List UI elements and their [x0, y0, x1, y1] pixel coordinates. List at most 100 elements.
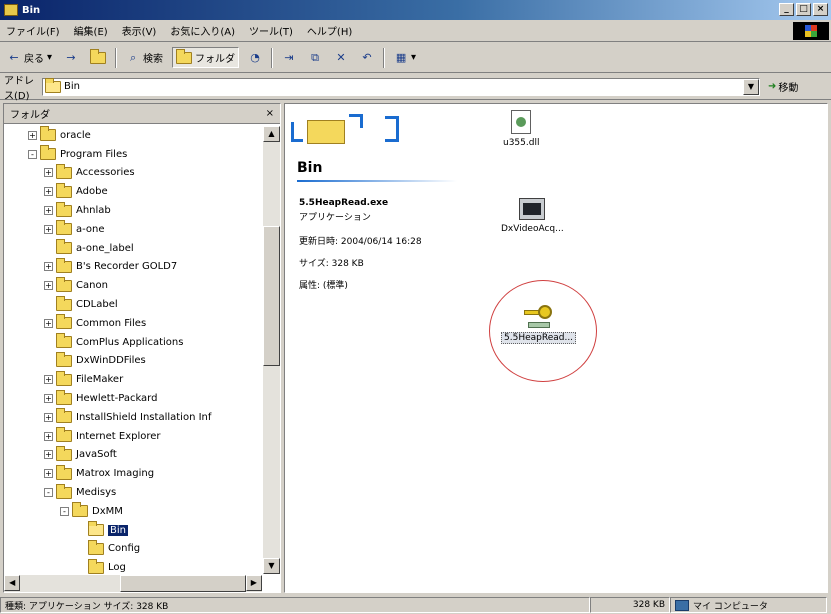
scroll-up-icon[interactable]: ▲ [263, 126, 280, 142]
expand-icon[interactable]: + [44, 394, 53, 404]
tree-item[interactable]: + oracle [4, 126, 262, 145]
tree-scroll-thumb[interactable] [263, 226, 280, 366]
scroll-down-icon[interactable]: ▼ [263, 558, 280, 574]
menu-favorites[interactable]: お気に入り(A) [170, 23, 235, 38]
folders-icon [176, 48, 193, 64]
back-button[interactable]: ← 戻る ▾ [4, 48, 55, 67]
status-bar: 種類: アプリケーション サイズ: 328 KB 328 KB マイ コンピュー… [0, 596, 831, 614]
tree-item[interactable]: + FileMaker [4, 370, 262, 389]
views-button[interactable]: ▦ ▾ [391, 49, 419, 67]
maximize-button[interactable]: □ [796, 3, 811, 16]
folder-icon [40, 126, 56, 142]
expand-icon[interactable]: + [44, 318, 53, 328]
expand-icon[interactable]: + [44, 262, 53, 272]
expand-icon[interactable]: + [44, 450, 53, 460]
tree-item[interactable]: + Accessories [4, 163, 262, 183]
forward-button[interactable]: → [61, 49, 81, 67]
expand-icon[interactable]: + [44, 224, 53, 234]
folder-tree: + oracle - Program Files + Accessories + Adobe +… [4, 126, 262, 574]
file-item-dxvideoacq[interactable]: DxVideoAcq... [501, 198, 564, 234]
history-button[interactable]: ◔ [245, 49, 265, 67]
expand-icon[interactable]: + [44, 206, 53, 216]
tree-item[interactable]: Log [4, 558, 262, 574]
expand-icon[interactable]: + [44, 375, 53, 385]
tree-item[interactable]: + Adobe [4, 182, 262, 201]
menu-view[interactable]: 表示(V) [122, 23, 157, 38]
folder-icon [56, 163, 72, 179]
tree-hscroll-thumb[interactable] [120, 575, 246, 592]
address-dropdown-icon[interactable]: ▼ [743, 78, 759, 95]
tree-item-label: DxMM [92, 505, 123, 517]
expand-icon[interactable]: + [44, 412, 53, 422]
tree-item[interactable]: + a-one [4, 220, 262, 239]
tree-item-label: FileMaker [76, 374, 124, 386]
scroll-left-icon[interactable]: ◀ [4, 575, 21, 591]
move-to-button[interactable]: ⇥ [279, 49, 299, 67]
menu-file[interactable]: ファイル(F) [6, 23, 60, 38]
undo-button[interactable]: ↶ [357, 49, 377, 67]
up-folder-icon [90, 48, 107, 64]
tree-item[interactable]: + Internet Explorer [4, 427, 262, 446]
dropdown-arrow-icon[interactable]: ▾ [47, 52, 52, 63]
tree-item[interactable]: CDLabel [4, 295, 262, 314]
tree-item-label: a-one [76, 223, 105, 235]
views-dropdown-icon[interactable]: ▾ [411, 52, 416, 63]
go-button[interactable]: ➜ 移動 [768, 79, 798, 94]
file-item-dll[interactable]: u355.dll [503, 110, 539, 148]
close-button[interactable]: × [813, 3, 828, 16]
address-input[interactable]: Bin ▼ [42, 77, 760, 96]
toolbar-separator [271, 47, 274, 68]
copy-to-button[interactable]: ⧉ [305, 49, 325, 67]
selected-file-size: サイズ: 328 KB [299, 259, 364, 269]
tree-item-label: Hewlett-Packard [76, 393, 158, 405]
folder-icon [56, 351, 72, 367]
tree-horizontal-scrollbar[interactable]: ◀ ▶ [4, 575, 263, 592]
tree-item[interactable]: + Hewlett-Packard [4, 389, 262, 408]
address-bar: アドレス(D) Bin ▼ ➜ 移動 [0, 74, 831, 102]
expand-icon[interactable]: + [28, 130, 37, 140]
tree-item[interactable]: + JavaSoft [4, 445, 262, 465]
tree-item[interactable]: + InstallShield Installation Inf [4, 408, 262, 427]
menu-tools[interactable]: ツール(T) [249, 23, 293, 38]
menu-help[interactable]: ヘルプ(H) [307, 23, 352, 38]
expand-icon[interactable]: + [44, 168, 53, 178]
delete-button[interactable]: ✕ [331, 49, 351, 67]
folder-icon [56, 239, 72, 255]
tree-item[interactable]: a-one_label [4, 239, 262, 258]
status-location-segment: マイ コンピュータ [670, 597, 827, 613]
tree-item[interactable]: Bin [4, 521, 262, 540]
selected-file-attributes: 属性: (標準) [299, 281, 348, 291]
tree-item[interactable]: + Canon [4, 276, 262, 295]
minimize-button[interactable]: _ [779, 3, 794, 16]
scroll-right-icon[interactable]: ▶ [245, 575, 263, 591]
tree-vertical-scrollbar[interactable]: ▲ ▼ [263, 126, 280, 574]
title-divider [297, 180, 457, 182]
tree-item-label: Common Files [76, 317, 147, 329]
tree-item[interactable]: - DxMM [4, 502, 262, 521]
tree-item[interactable]: + B's Recorder GOLD7 [4, 257, 262, 277]
tree-item[interactable]: ComPlus Applications [4, 333, 262, 352]
tree-item[interactable]: - Program Files [4, 145, 262, 164]
expand-icon[interactable]: + [44, 431, 53, 441]
expand-icon[interactable]: + [44, 187, 53, 197]
expand-icon[interactable]: + [44, 469, 53, 479]
tree-item[interactable]: - Medisys [4, 483, 262, 502]
collapse-icon[interactable]: - [44, 488, 53, 498]
expand-icon[interactable]: + [44, 281, 53, 291]
tree-item[interactable]: + Matrox Imaging [4, 464, 262, 483]
tree-item[interactable]: + Common Files [4, 314, 262, 333]
tree-item[interactable]: DxWinDDFiles [4, 351, 262, 371]
collapse-icon[interactable]: - [28, 149, 37, 159]
file-item-heapread[interactable]: 5.5HeapRead... [501, 302, 577, 344]
menu-edit[interactable]: 編集(E) [74, 23, 108, 38]
tree-item[interactable]: Config [4, 539, 262, 559]
up-folder-button[interactable] [87, 48, 109, 66]
close-pane-icon[interactable]: × [266, 108, 274, 119]
search-button[interactable]: ⌕ 検索 [123, 48, 166, 67]
tree-item[interactable]: + Ahnlab [4, 201, 262, 220]
folders-button[interactable]: フォルダ [172, 47, 240, 68]
collapse-icon[interactable]: - [60, 506, 69, 516]
